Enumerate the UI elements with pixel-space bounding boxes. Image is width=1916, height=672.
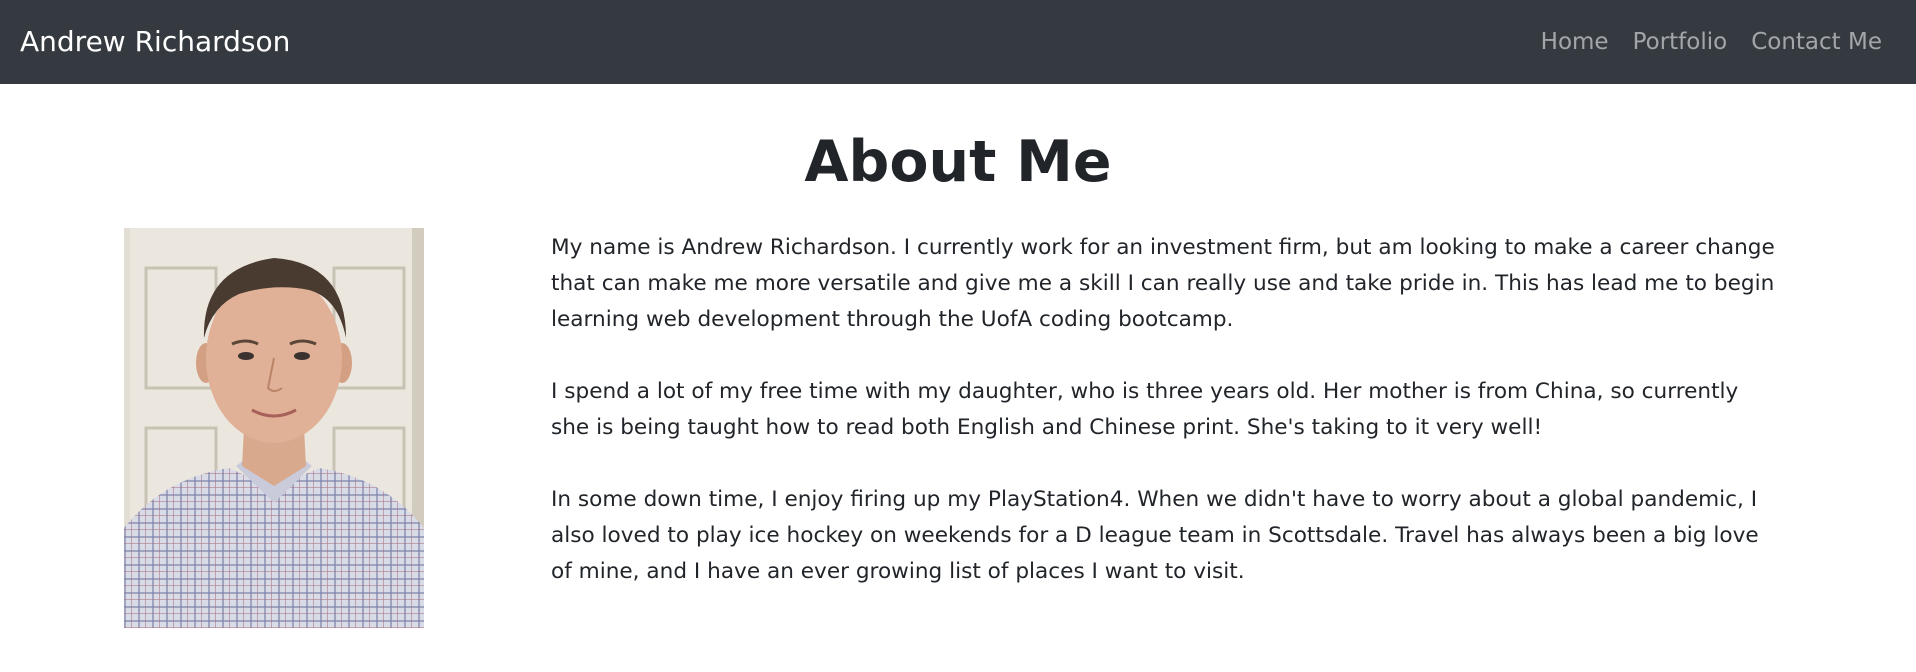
nav-links: Home Portfolio Contact Me bbox=[1541, 22, 1882, 62]
page-title: About Me bbox=[804, 129, 1112, 195]
nav-link-home[interactable]: Home bbox=[1541, 22, 1609, 62]
bio-section: My name is Andrew Richardson. I currentl… bbox=[551, 230, 1783, 626]
bio-paragraph-1: My name is Andrew Richardson. I currentl… bbox=[551, 235, 1775, 332]
nav-link-contact[interactable]: Contact Me bbox=[1751, 22, 1882, 62]
brand-link[interactable]: Andrew Richardson bbox=[20, 22, 290, 62]
bio-paragraph-3: In some down time, I enjoy firing up my … bbox=[551, 487, 1759, 584]
navbar: Andrew Richardson Home Portfolio Contact… bbox=[0, 0, 1916, 84]
profile-photo bbox=[124, 228, 424, 628]
bio-paragraph-2: I spend a lot of my free time with my da… bbox=[551, 379, 1739, 440]
nav-link-portfolio[interactable]: Portfolio bbox=[1633, 22, 1728, 62]
